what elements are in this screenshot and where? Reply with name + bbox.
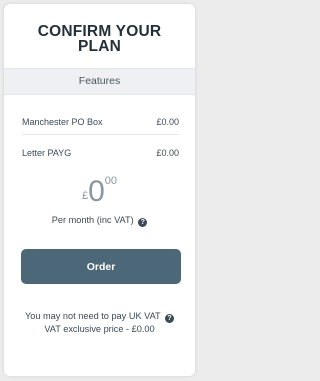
row-divider	[22, 134, 179, 135]
feature-price: £0.00	[156, 117, 179, 127]
per-month-text: Per month (inc VAT)	[51, 215, 134, 225]
title-line-2: PLAN	[78, 38, 121, 55]
total-price: £000	[4, 174, 195, 214]
price-integer: 0	[88, 175, 105, 208]
order-button[interactable]: Order	[21, 249, 181, 284]
feature-row: Letter PAYG £0.00	[22, 141, 179, 165]
price-decimal: 00	[104, 175, 118, 187]
feature-price: £0.00	[156, 148, 179, 158]
vat-note: You may not need to pay UK VAT ? VAT exc…	[4, 310, 195, 335]
question-circle-icon[interactable]: ?	[165, 314, 175, 323]
feature-label: Letter PAYG	[22, 148, 72, 158]
question-circle-icon[interactable]: ?	[138, 218, 148, 227]
features-header: Features	[4, 68, 195, 95]
per-month-label: Per month (inc VAT) ?	[4, 215, 195, 227]
vat-note-line-1: You may not need to pay UK VAT	[24, 311, 161, 321]
vat-note-line-2: VAT exclusive price - £0.00	[44, 324, 155, 334]
page-title: CONFIRM YOUR PLAN	[4, 23, 195, 55]
feature-row: Manchester PO Box £0.00	[22, 110, 179, 134]
title-line-1: CONFIRM YOUR	[37, 23, 162, 40]
plan-card: CONFIRM YOUR PLAN Features Manchester PO…	[4, 4, 195, 376]
feature-label: Manchester PO Box	[22, 117, 103, 127]
